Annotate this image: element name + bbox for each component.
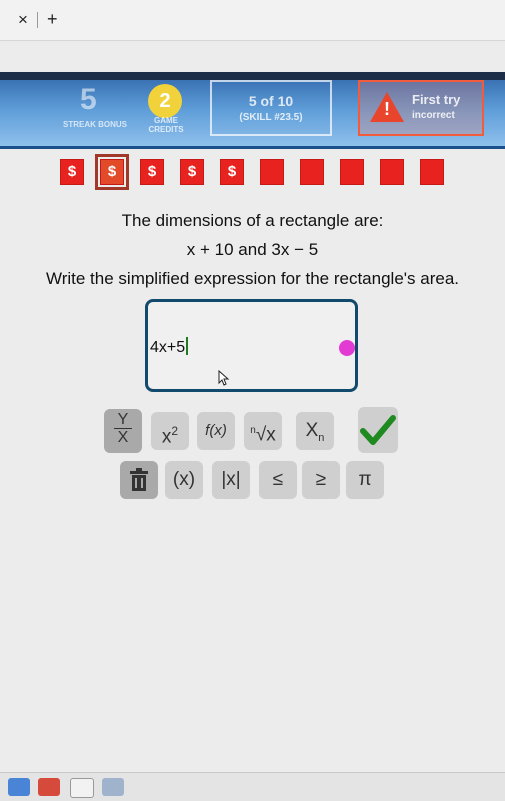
taskbar-window-icon[interactable] (102, 778, 124, 796)
new-tab-button[interactable]: + (47, 10, 58, 28)
mouse-cursor-icon (218, 370, 230, 386)
progress-count: 5 of 10 (248, 93, 294, 109)
first-try-status: ! First try incorrect (358, 80, 484, 136)
reward-square (380, 159, 404, 185)
game-credits-value: 2 (159, 90, 171, 112)
root-symbol: √x (255, 424, 276, 446)
nth-root-key[interactable]: n√x (244, 412, 282, 450)
reward-square: $ (60, 159, 84, 185)
fraction-key[interactable]: Y X (104, 409, 142, 453)
reward-square (340, 159, 364, 185)
taskbar-files-icon[interactable] (70, 778, 94, 798)
input-indicator-dot (339, 340, 355, 356)
reward-square: $ (180, 159, 204, 185)
question-instruction: Write the simplified expression for the … (45, 269, 459, 288)
question-progress: 5 of 10 (SKILL #23.5) (210, 80, 332, 136)
question-panel: The dimensions of a rectangle are: x + 1… (0, 206, 505, 293)
absolute-value-key[interactable]: |x| (212, 461, 250, 499)
greater-equal-key-label: ≥ (315, 469, 327, 490)
first-try-title: First try (412, 92, 461, 107)
subscript-index: n (318, 431, 325, 444)
game-credits-coin-icon: 2 (148, 84, 182, 118)
reward-square: $ (220, 159, 244, 185)
function-key-label: f(x) (205, 422, 227, 439)
clear-key[interactable] (120, 461, 158, 499)
function-key[interactable]: f(x) (197, 412, 235, 450)
nth-root-key-label: n√x (244, 412, 282, 454)
fraction-denominator: X (117, 429, 129, 446)
subscript-key-label: Xn (296, 412, 334, 457)
warning-mark: ! (384, 99, 390, 119)
question-expressions: x + 10 and 3x − 5 (186, 240, 319, 259)
checkmark-icon (360, 415, 396, 445)
first-try-subtitle: incorrect (412, 110, 455, 121)
submit-answer-button[interactable] (358, 407, 398, 453)
streak-bonus-label: STREAK BONUS (62, 120, 127, 129)
browser-tab-strip: × + (0, 0, 505, 41)
game-credits-label: GAME CREDITS (148, 116, 184, 134)
parentheses-key-label: (x) (172, 469, 196, 490)
less-equal-key[interactable]: ≤ (259, 461, 297, 499)
tab-divider (37, 12, 38, 28)
reward-square: $ (95, 154, 129, 190)
fraction-numerator: Y (117, 411, 129, 428)
square-exponent: 2 (171, 424, 179, 438)
pi-key[interactable]: π (346, 461, 384, 499)
square-base: x (161, 426, 172, 448)
answer-value[interactable]: 4x+5 (150, 337, 189, 357)
trash-icon (130, 468, 148, 491)
question-line-1: The dimensions of a rectangle are: (121, 211, 384, 230)
game-header: 5 STREAK BONUS 2 GAME CREDITS 5 of 10 (S… (0, 80, 505, 149)
taskbar-app-icon[interactable] (8, 778, 30, 796)
less-equal-key-label: ≤ (272, 469, 284, 490)
subscript-key[interactable]: Xn (296, 412, 334, 450)
parentheses-key[interactable]: (x) (165, 461, 203, 499)
pi-key-label: π (358, 469, 372, 490)
reward-square (300, 159, 324, 185)
text-caret (186, 337, 189, 355)
taskbar-browser-icon[interactable] (38, 778, 60, 796)
subscript-base: X (305, 420, 319, 441)
skill-label: (SKILL #23.5) (239, 112, 303, 123)
streak-bonus-value: 5 (80, 83, 97, 116)
reward-tracker: $ $ $ $ $ (60, 154, 450, 190)
square-key-label: x2 (151, 412, 189, 456)
answer-text: 4x+5 (150, 339, 186, 356)
square-key[interactable]: x2 (151, 412, 189, 450)
close-tab-icon[interactable]: × (18, 11, 28, 28)
reward-square (260, 159, 284, 185)
greater-equal-key[interactable]: ≥ (302, 461, 340, 499)
absolute-value-key-label: |x| (221, 469, 241, 490)
page-top-strip (0, 72, 505, 80)
reward-square (420, 159, 444, 185)
reward-square: $ (140, 159, 164, 185)
os-taskbar (0, 772, 505, 801)
answer-input[interactable]: 4x+5 (145, 299, 358, 392)
